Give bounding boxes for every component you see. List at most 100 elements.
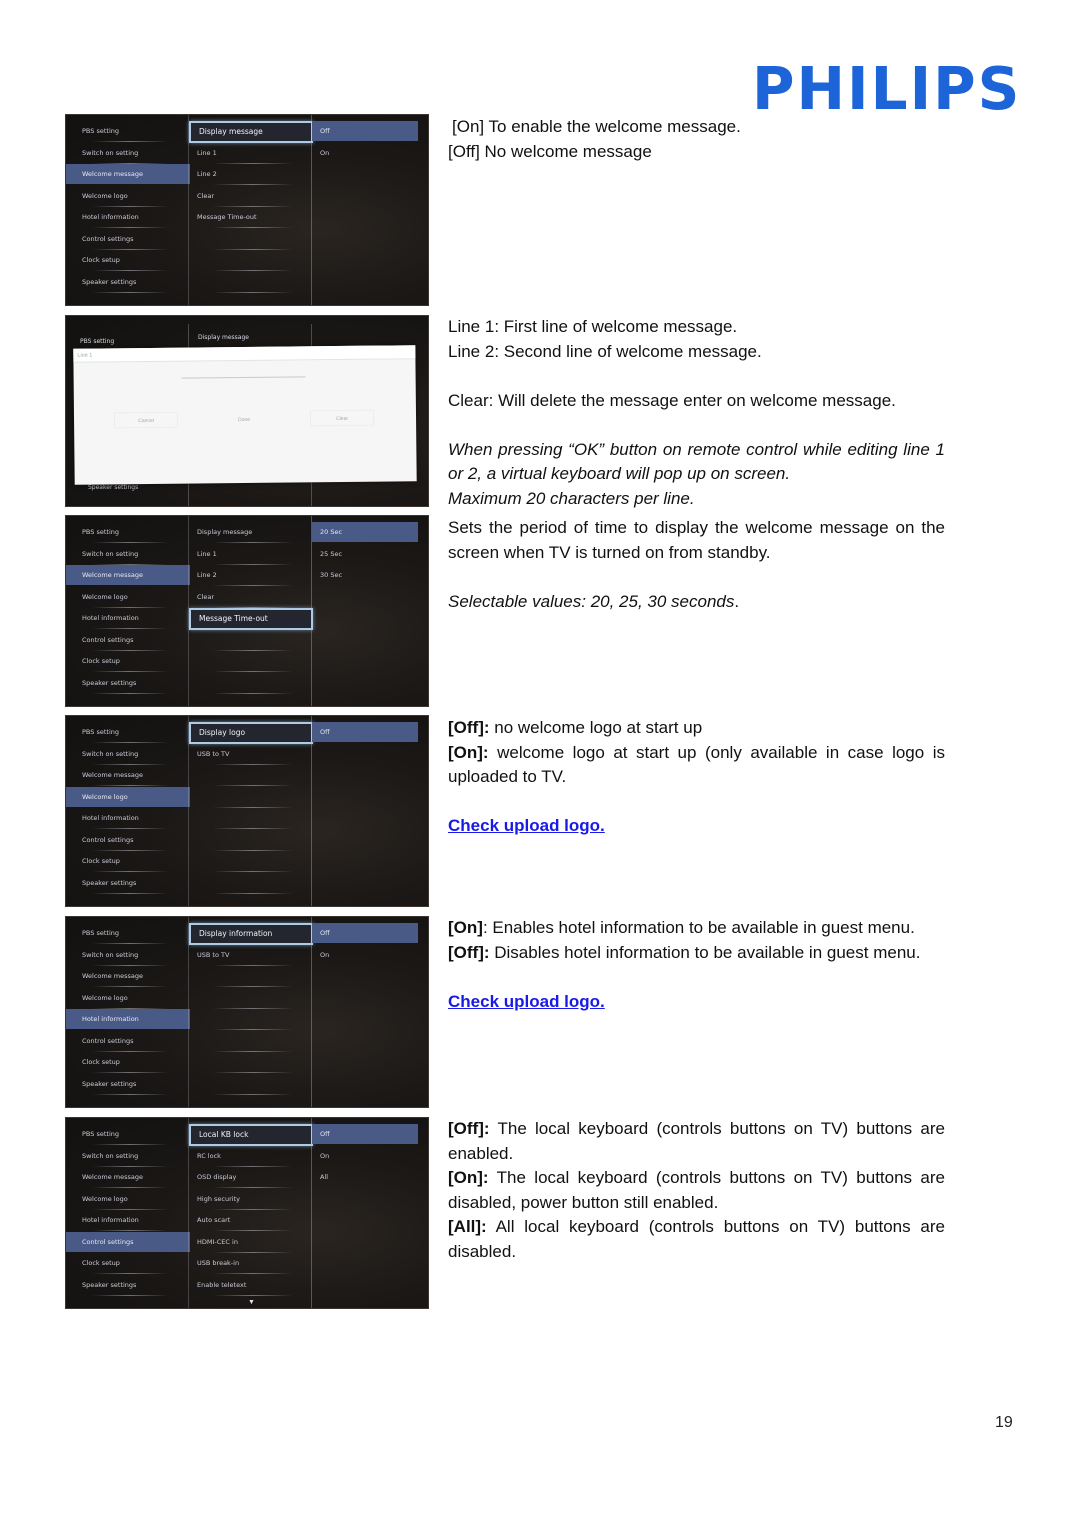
menu-item-clear[interactable]: Clear [193, 186, 309, 207]
philips-logo: PHILIPS [752, 53, 1022, 124]
option-on[interactable]: On [312, 945, 428, 965]
option-off[interactable]: Off [312, 1124, 418, 1144]
done-button[interactable]: Done [212, 411, 276, 428]
menu-item-empty [193, 851, 309, 872]
option-20-sec[interactable]: 20 Sec [312, 522, 418, 542]
max-characters-note: Maximum 20 characters per line. [448, 488, 695, 508]
menu-item-display-information[interactable]: Display information [189, 923, 313, 945]
settings-option-list: Off [312, 716, 428, 906]
menu-category-hotel-information[interactable]: Hotel information [72, 808, 184, 829]
menu-item-line-2[interactable]: Line 2 [193, 565, 309, 586]
option-all[interactable]: All [312, 1167, 428, 1187]
display-message-description: [On] To enable the welcome message. [Off… [448, 115, 945, 164]
menu-category-switch-on-setting[interactable]: Switch on setting [72, 544, 184, 565]
menu-item-enable-teletext[interactable]: Enable teletext [193, 1275, 309, 1296]
menu-category-pbs-setting[interactable]: PBS setting [72, 121, 184, 142]
menu-item-line-2[interactable]: Line 2 [193, 164, 309, 185]
menu-category-control-settings[interactable]: Control settings [72, 830, 184, 851]
logo-off-description: [Off]: no welcome logo at start up [448, 716, 945, 741]
menu-category-welcome-logo[interactable]: Welcome logo [72, 988, 184, 1009]
cancel-button[interactable]: Cancel [113, 411, 179, 429]
menu-category-speaker-settings[interactable]: Speaker settings [72, 673, 184, 694]
scroll-down-icon[interactable]: ▼ [248, 1299, 255, 1306]
line-input[interactable] [181, 376, 306, 379]
settings-category-list: PBS setting Switch on setting Welcome mess… [66, 716, 190, 906]
menu-category-clock-setup[interactable]: Clock setup [72, 851, 184, 872]
menu-item-line-1[interactable]: Line 1 [193, 544, 309, 565]
menu-category-welcome-message[interactable]: Welcome message [66, 565, 190, 585]
menu-category-hotel-information[interactable]: Hotel information [72, 207, 184, 228]
menu-category-control-settings[interactable]: Control settings [72, 630, 184, 651]
option-off[interactable]: Off [312, 722, 418, 742]
menu-category-welcome-message[interactable]: Welcome message [72, 966, 184, 987]
clear-button[interactable]: Clear [309, 409, 375, 427]
menu-category-switch-on-setting[interactable]: Switch on setting [72, 945, 184, 966]
menu-category-control-settings[interactable]: Control settings [72, 1031, 184, 1052]
menu-category-hotel-information[interactable]: Hotel information [72, 608, 184, 629]
menu-category-pbs-setting[interactable]: PBS setting [72, 923, 184, 944]
menu-category-speaker-settings[interactable]: Speaker settings [72, 1275, 184, 1296]
option-30-sec[interactable]: 30 Sec [312, 565, 428, 585]
menu-item-high-security[interactable]: High security [193, 1189, 309, 1210]
menu-category-speaker-settings[interactable]: Speaker settings [72, 1074, 184, 1095]
check-upload-logo-link[interactable]: Check upload logo. [448, 816, 605, 835]
menu-item-display-message[interactable]: Display message [193, 522, 309, 543]
menu-item-auto-scart[interactable]: Auto scart [193, 1210, 309, 1231]
option-off[interactable]: Off [312, 923, 418, 943]
settings-item-list: Display message Line 1 Line 2 Clear Message … [188, 115, 313, 305]
menu-category-pbs-setting[interactable]: PBS setting [72, 1124, 184, 1145]
menu-category-hotel-information[interactable]: Hotel information [66, 1009, 190, 1029]
menu-category-clock-setup[interactable]: Clock setup [72, 1052, 184, 1073]
off-text: The local keyboard (controls buttons on … [448, 1119, 945, 1163]
tv-screenshot-hotel-information: PBS setting Switch on setting Welcome mess… [65, 916, 429, 1108]
menu-item-clear[interactable]: Clear [193, 587, 309, 608]
menu-category-control-settings[interactable]: Control settings [66, 1231, 190, 1252]
menu-category-control-settings[interactable]: Control settings [72, 229, 184, 250]
menu-item-usb-to-tv[interactable]: USB to TV [193, 945, 309, 966]
menu-item-usb-to-tv[interactable]: USB to TV [193, 744, 309, 765]
menu-category-welcome-logo[interactable]: Welcome logo [72, 587, 184, 608]
menu-item-empty [193, 1074, 309, 1095]
off-description: [Off] No welcome message [448, 141, 652, 161]
menu-item-message-time-out[interactable]: Message Time-out [189, 608, 313, 630]
menu-category-switch-on-setting[interactable]: Switch on setting [72, 143, 184, 164]
menu-category-welcome-message[interactable]: Welcome message [72, 765, 184, 786]
menu-category-welcome-logo[interactable]: Welcome logo [72, 186, 184, 207]
on-description: [On] To enable the welcome message. [452, 117, 741, 136]
menu-item-display-message[interactable]: Display message [189, 121, 313, 143]
kb-all-description: [All]: All local keyboard (controls butt… [448, 1215, 945, 1264]
menu-category-switch-on-setting[interactable]: Switch on setting [72, 744, 184, 765]
menu-category-welcome-logo[interactable]: Welcome logo [66, 786, 190, 807]
menu-category-switch-on-setting[interactable]: Switch on setting [72, 1146, 184, 1167]
settings-category-list: PBS setting Switch on setting Welcome mess… [66, 115, 190, 305]
check-upload-logo-link[interactable]: Check upload logo. [448, 992, 605, 1011]
menu-item-line-1[interactable]: Line 1 [193, 143, 309, 164]
menu-category-clock-setup[interactable]: Clock setup [72, 1253, 184, 1274]
menu-item-usb-break-in[interactable]: USB break-in [193, 1253, 309, 1274]
menu-category-hotel-information[interactable]: Hotel information [72, 1210, 184, 1231]
menu-item-rc-lock[interactable]: RC lock [193, 1146, 309, 1167]
option-on[interactable]: On [312, 1146, 428, 1166]
logo-on-description: [On]: welcome logo at start up (only ava… [448, 741, 945, 790]
menu-category-clock-setup[interactable]: Clock setup [72, 250, 184, 271]
menu-category-pbs-setting[interactable]: PBS setting [72, 722, 184, 743]
menu-item-empty [193, 250, 309, 271]
menu-category-welcome-message[interactable]: Welcome message [66, 164, 190, 184]
menu-category-speaker-settings[interactable]: Speaker settings [72, 272, 184, 293]
menu-category-pbs-setting[interactable]: PBS setting [72, 522, 184, 543]
option-25-sec[interactable]: 25 Sec [312, 544, 428, 564]
menu-item-local-kb-lock[interactable]: Local KB lock [189, 1124, 313, 1146]
menu-item-hdmi-cec-in[interactable]: HDMI-CEC in [193, 1232, 309, 1253]
menu-category-welcome-message[interactable]: Welcome message [72, 1167, 184, 1188]
menu-category-speaker-settings[interactable]: Speaker settings [72, 873, 184, 894]
menu-item-message-time-out[interactable]: Message Time-out [193, 207, 309, 228]
option-off[interactable]: Off [312, 121, 418, 141]
menu-item-osd-display[interactable]: OSD display [193, 1167, 309, 1188]
menu-item-display-logo[interactable]: Display logo [189, 722, 313, 744]
option-on[interactable]: On [312, 143, 428, 163]
menu-label: PBS setting [80, 338, 115, 345]
menu-category-welcome-logo[interactable]: Welcome logo [72, 1189, 184, 1210]
menu-category-clock-setup[interactable]: Clock setup [72, 651, 184, 672]
values-period: . [734, 591, 740, 611]
menu-item-empty [193, 873, 309, 894]
